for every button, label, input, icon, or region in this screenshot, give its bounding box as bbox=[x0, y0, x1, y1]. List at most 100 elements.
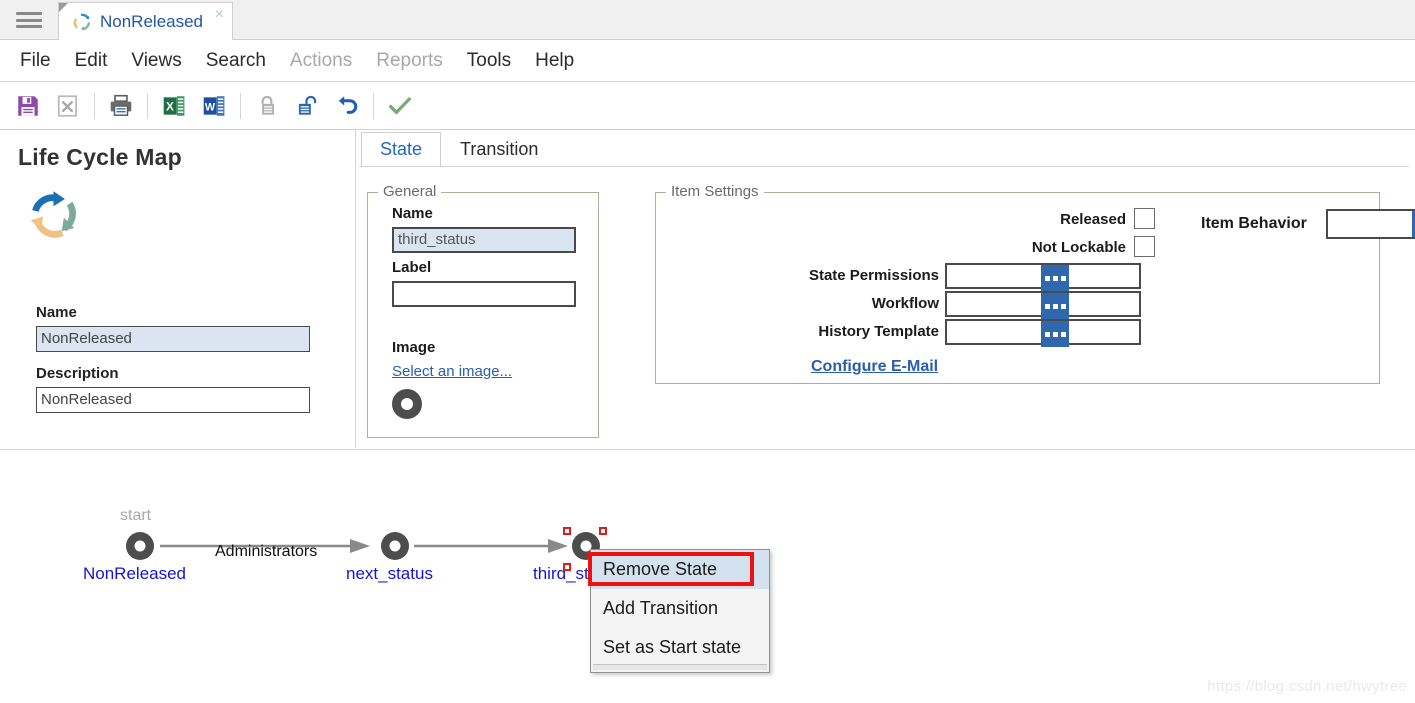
description-label: Description bbox=[36, 365, 119, 382]
toolbar-separator bbox=[94, 92, 95, 119]
context-menu-item-remove-state[interactable]: Remove State bbox=[591, 550, 769, 589]
tab-underline bbox=[359, 166, 1409, 167]
lock-icon bbox=[261, 95, 275, 115]
apply-button[interactable] bbox=[380, 86, 420, 126]
not-lockable-label: Not Lockable bbox=[1031, 239, 1126, 256]
menu-views[interactable]: Views bbox=[119, 48, 193, 74]
undo-icon bbox=[338, 95, 358, 114]
item-behavior-label: Item Behavior bbox=[1201, 215, 1307, 232]
context-menu[interactable]: Remove State Add Transition Set as Start… bbox=[590, 549, 770, 673]
close-icon[interactable]: × bbox=[215, 7, 224, 23]
lifecycle-diagram-canvas[interactable]: start NonReleased next_status third_stat… bbox=[0, 449, 1415, 703]
undo-button[interactable] bbox=[327, 86, 367, 126]
close-document-button[interactable] bbox=[48, 86, 88, 126]
menu-search[interactable]: Search bbox=[194, 48, 278, 74]
unlock-icon bbox=[298, 95, 317, 115]
export-word-button[interactable]: W bbox=[194, 86, 234, 126]
watermark: https://blog.csdn.net/hwytree bbox=[1207, 678, 1407, 695]
general-legend: General bbox=[378, 183, 442, 200]
history-template-browse-button[interactable] bbox=[1041, 321, 1069, 347]
life-cycle-map-panel: Life Cycle Map Name NonReleased Descript… bbox=[0, 130, 356, 448]
select-an-image-link[interactable]: Select an image... bbox=[392, 363, 512, 380]
svg-text:X: X bbox=[166, 99, 174, 113]
tab-state[interactable]: State bbox=[361, 132, 442, 166]
print-icon bbox=[110, 94, 132, 116]
arrowhead bbox=[548, 539, 568, 553]
close-document-icon bbox=[57, 94, 77, 117]
general-groupbox: General Name third_status Label Image Se… bbox=[367, 183, 599, 438]
menu-help[interactable]: Help bbox=[523, 48, 586, 74]
transition-label-administrators[interactable]: Administrators bbox=[215, 543, 317, 561]
context-menu-item-add-transition[interactable]: Add Transition bbox=[591, 589, 769, 628]
menu-reports: Reports bbox=[376, 49, 443, 71]
tab-strip: NonReleased × bbox=[0, 0, 1415, 40]
workflow-label: Workflow bbox=[871, 295, 939, 312]
save-icon bbox=[18, 95, 38, 116]
general-name-input[interactable]: third_status bbox=[392, 227, 576, 253]
document-tab-nonreleased[interactable]: NonReleased × bbox=[58, 2, 233, 40]
context-menu-footer bbox=[593, 664, 767, 670]
menu-file[interactable]: File bbox=[8, 48, 63, 74]
item-behavior-select[interactable] bbox=[1326, 209, 1415, 239]
unlock-button[interactable] bbox=[287, 86, 327, 126]
item-settings-legend: Item Settings bbox=[666, 183, 764, 200]
arrowhead bbox=[350, 539, 370, 553]
hamburger-menu-icon[interactable] bbox=[16, 10, 42, 30]
menu-tools[interactable]: Tools bbox=[455, 48, 523, 74]
menu-edit[interactable]: Edit bbox=[63, 48, 120, 74]
ellipsis-dot bbox=[1060, 303, 1066, 309]
editor-tab-row: State Transition bbox=[361, 132, 557, 166]
released-label: Released bbox=[1060, 211, 1126, 228]
ellipsis-dot bbox=[1060, 275, 1066, 281]
general-name-label: Name bbox=[392, 205, 433, 222]
ellipsis-dot bbox=[1052, 303, 1058, 309]
state-editor-panel: State Transition General Name third_stat… bbox=[357, 130, 1415, 448]
toolbar: X W bbox=[0, 82, 1415, 130]
configure-email-link[interactable]: Configure E-Mail bbox=[811, 358, 938, 376]
hamburger-bar bbox=[16, 12, 42, 15]
menu-bar: File Edit Views Search Actions Reports T… bbox=[0, 40, 1415, 82]
print-button[interactable] bbox=[101, 86, 141, 126]
history-template-label: History Template bbox=[818, 323, 939, 340]
export-word-icon: W bbox=[203, 95, 225, 116]
ellipsis-dot bbox=[1044, 303, 1050, 309]
tab-transition[interactable]: Transition bbox=[441, 132, 557, 166]
workflow-browse-button[interactable] bbox=[1041, 293, 1069, 319]
selection-handle[interactable] bbox=[563, 563, 571, 571]
export-excel-button[interactable]: X bbox=[154, 86, 194, 126]
released-checkbox[interactable] bbox=[1134, 208, 1155, 229]
selection-handle[interactable] bbox=[563, 527, 571, 535]
page-title: Life Cycle Map bbox=[18, 144, 182, 170]
name-input[interactable]: NonReleased bbox=[36, 326, 310, 352]
image-label: Image bbox=[392, 339, 436, 356]
lifecycle-refresh-icon bbox=[73, 13, 90, 30]
selection-handle[interactable] bbox=[599, 527, 607, 535]
ellipsis-dot bbox=[1052, 331, 1058, 337]
state-label-nonreleased[interactable]: NonReleased bbox=[83, 564, 186, 584]
state-permissions-label: State Permissions bbox=[808, 267, 939, 284]
context-menu-item-set-as-start-state[interactable]: Set as Start state bbox=[591, 628, 769, 667]
item-settings-groupbox: Item Settings Released Not Lockable Stat… bbox=[655, 183, 1415, 384]
ellipsis-dot bbox=[1052, 275, 1058, 281]
state-permissions-browse-button[interactable] bbox=[1041, 265, 1069, 291]
ellipsis-dot bbox=[1060, 331, 1066, 337]
application-window: NonReleased × File Edit Views Search Act… bbox=[0, 0, 1415, 703]
toolbar-separator bbox=[240, 92, 241, 119]
svg-text:W: W bbox=[205, 101, 216, 113]
description-input[interactable]: NonReleased bbox=[36, 387, 310, 413]
general-label-label: Label bbox=[392, 259, 432, 276]
lock-button[interactable] bbox=[247, 86, 287, 126]
toolbar-separator bbox=[373, 92, 374, 119]
not-lockable-checkbox[interactable] bbox=[1134, 236, 1155, 257]
check-icon bbox=[389, 96, 411, 114]
save-button[interactable] bbox=[8, 86, 48, 126]
state-label-next-status[interactable]: next_status bbox=[346, 564, 433, 584]
ellipsis-dot bbox=[1044, 331, 1050, 337]
hamburger-bar bbox=[16, 18, 42, 22]
general-label-input[interactable] bbox=[392, 281, 576, 307]
start-label: start bbox=[120, 507, 152, 524]
hamburger-bar bbox=[16, 25, 42, 28]
toolbar-separator bbox=[147, 92, 148, 119]
state-circle-icon: .groupbox .statedot::after{width:12px;he… bbox=[392, 389, 422, 419]
export-excel-icon: X bbox=[163, 95, 185, 116]
